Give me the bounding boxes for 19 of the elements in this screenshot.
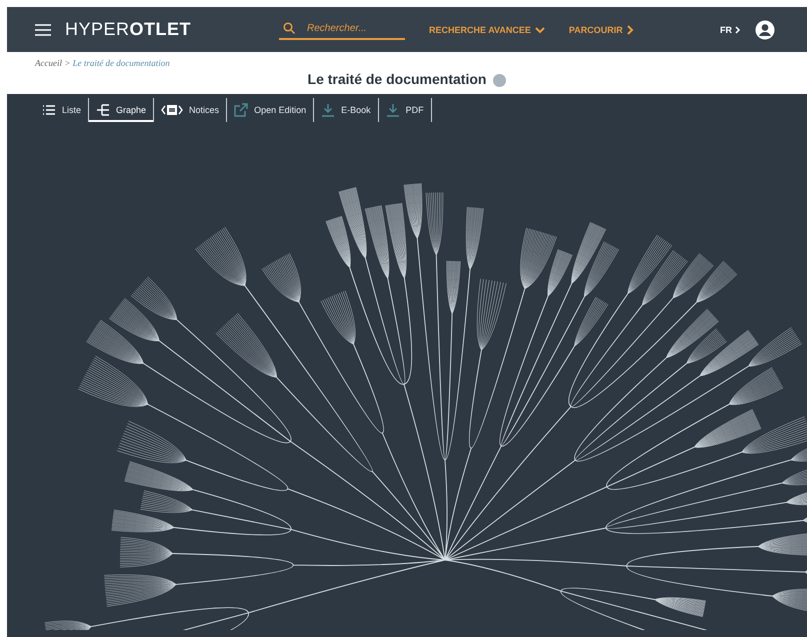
menu-icon[interactable] (35, 22, 51, 36)
language-selector[interactable]: FR (720, 24, 741, 34)
search-icon (283, 22, 296, 34)
chevron-down-icon (534, 26, 545, 34)
nav-link[interactable]: RECHERCHE AVANCEE (429, 24, 545, 34)
view-tab[interactable]: Notices (154, 98, 228, 122)
view-tab[interactable]: Graphe (89, 98, 154, 122)
search-field[interactable]: Rechercher... (279, 20, 406, 40)
search-input[interactable]: Rechercher... (305, 22, 400, 34)
page-title: Le traité de documentation (308, 71, 486, 87)
logo[interactable]: HYPEROTLET (65, 19, 192, 40)
chevron-right-icon (626, 24, 634, 34)
view-tab[interactable]: Liste (35, 98, 90, 122)
chevron-right-icon (735, 26, 741, 34)
user-icon[interactable] (755, 20, 775, 40)
breadcrumb-link[interactable]: Accueil (35, 58, 62, 68)
nav-link[interactable]: PARCOURIR (568, 24, 634, 34)
breadcrumb-link[interactable]: Le traité de documentation (72, 58, 170, 68)
breadcrumb-separator: > (64, 58, 70, 68)
